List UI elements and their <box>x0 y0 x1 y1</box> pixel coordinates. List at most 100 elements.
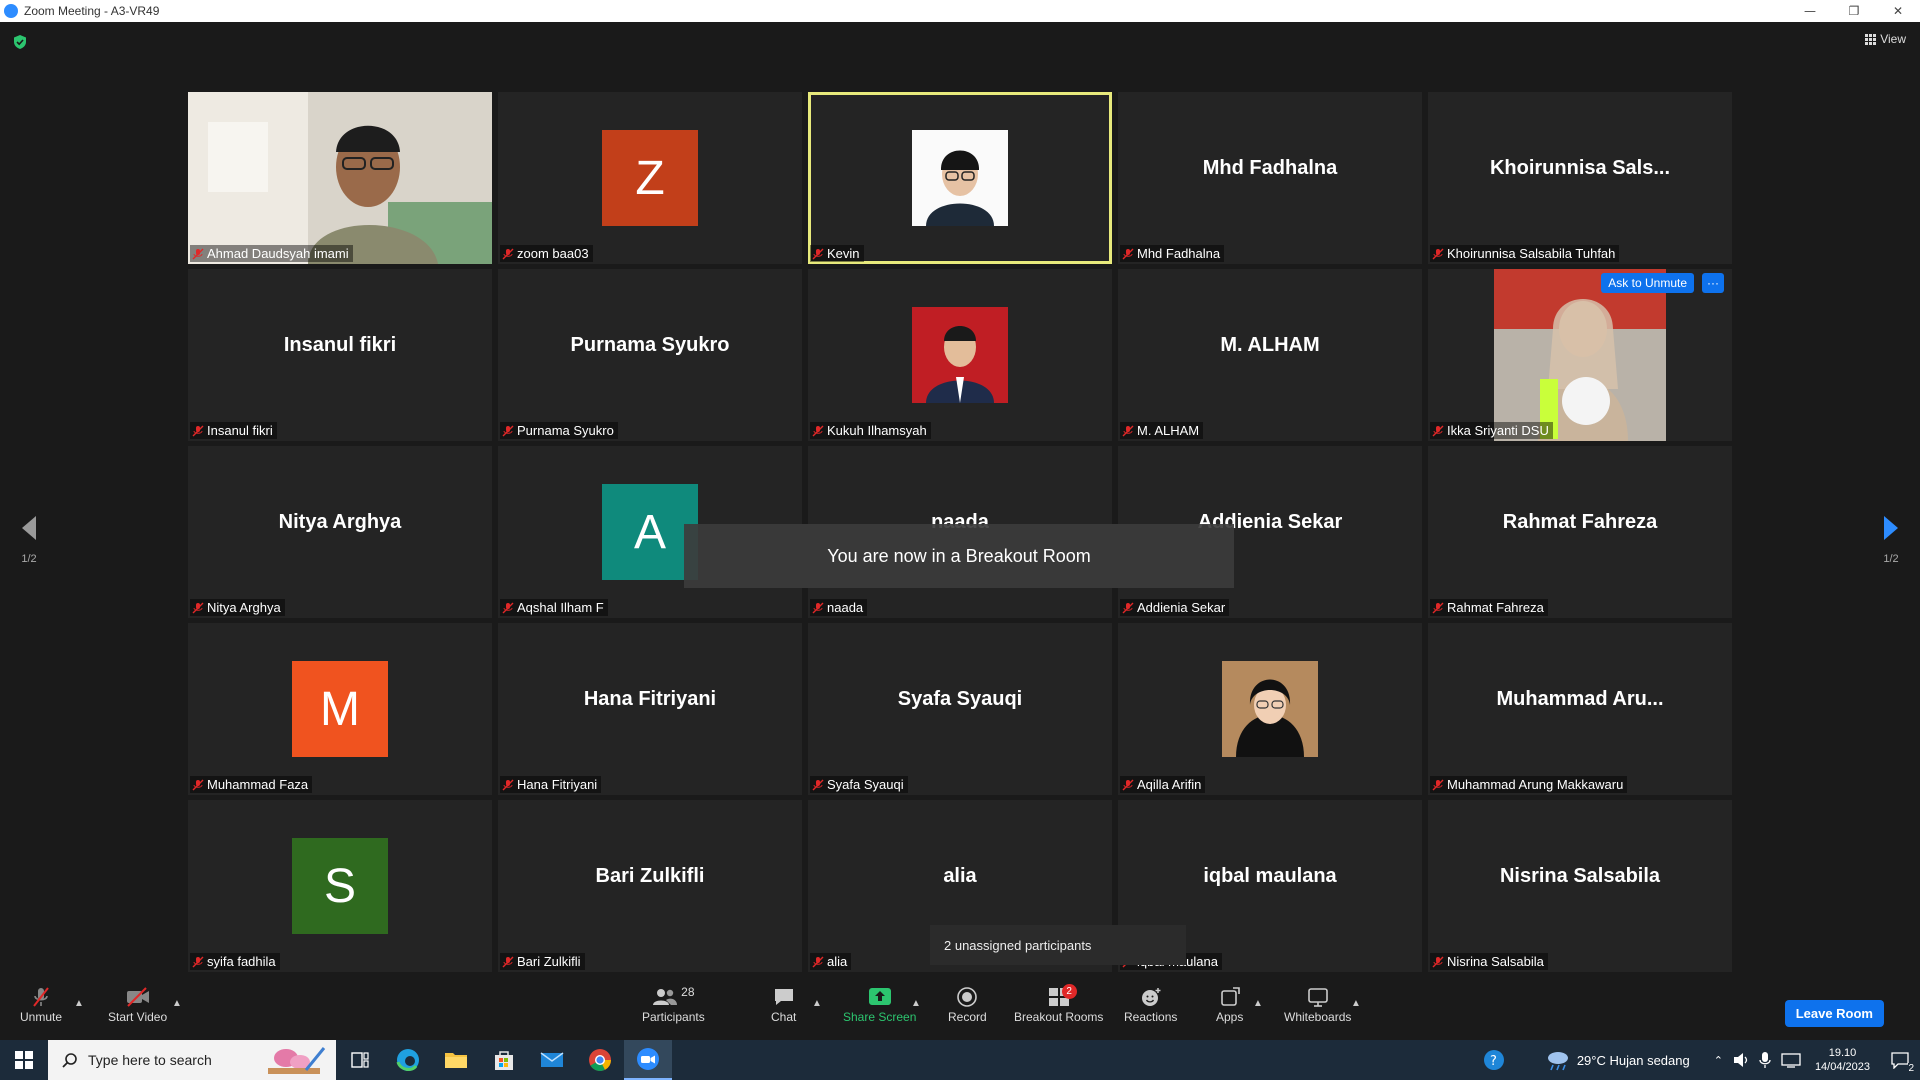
record-button[interactable]: Record <box>948 984 987 1024</box>
breakout-rooms-button[interactable]: 2 Breakout Rooms <box>1014 984 1103 1024</box>
meeting-stage: View 1/2 1/2 Ahmad Daudsyah imami Zzoom b… <box>0 22 1920 980</box>
participant-name: zoom baa03 <box>517 246 589 261</box>
apps-label: Apps <box>1216 1010 1244 1024</box>
restore-button[interactable]: ❐ <box>1832 0 1876 22</box>
participant-name-label: Khoirunnisa Salsabila Tuhfah <box>1430 245 1620 262</box>
taskbar-clock[interactable]: 19.10 14/04/2023 <box>1805 1046 1880 1074</box>
close-button[interactable]: ✕ <box>1876 0 1920 22</box>
ask-to-unmute-button[interactable]: Ask to Unmute <box>1601 273 1694 293</box>
share-options-caret-icon[interactable]: ▲ <box>911 998 921 1009</box>
audio-options-caret-icon[interactable]: ▲ <box>74 998 84 1009</box>
next-page-button[interactable]: 1/2 <box>1876 514 1906 565</box>
participant-name-label: Syafa Syauqi <box>810 776 908 793</box>
participant-display-name: Rahmat Fahreza <box>1502 510 1658 533</box>
participant-profile-photo <box>1222 661 1318 757</box>
chat-button[interactable]: Chat <box>771 984 796 1024</box>
view-label: View <box>1880 32 1906 46</box>
participant-tile[interactable]: Muhammad Aru... Muhammad Arung Makkawaru <box>1428 623 1732 795</box>
leave-room-button[interactable]: Leave Room <box>1784 1000 1884 1027</box>
participants-button[interactable]: 28 Participants <box>642 984 705 1024</box>
participant-display-name: Hana Fitriyani <box>583 687 717 710</box>
previous-page-button[interactable]: 1/2 <box>14 514 44 565</box>
participant-tile[interactable]: Nitya Arghya Nitya Arghya <box>188 446 492 618</box>
breakout-rooms-label: Breakout Rooms <box>1014 1010 1104 1024</box>
task-view-button[interactable] <box>336 1040 384 1080</box>
store-bag-icon <box>495 1051 513 1070</box>
apps-button[interactable]: Apps <box>1216 984 1243 1024</box>
participant-avatar: Z <box>602 130 698 226</box>
zoom-taskbar-button[interactable] <box>624 1040 672 1080</box>
share-screen-button[interactable]: Share Screen <box>843 984 916 1024</box>
apps-options-caret-icon[interactable]: ▲ <box>1253 998 1263 1009</box>
participant-tile[interactable]: Ask to Unmute ··· Ikka Sriyanti DSU <box>1428 269 1732 441</box>
participant-avatar: M <box>292 661 388 757</box>
participant-name-label: naada <box>810 599 868 616</box>
participant-tile[interactable]: Aqilla Arifin <box>1118 623 1422 795</box>
participant-name-label: Muhammad Faza <box>190 776 313 793</box>
security-shield-icon[interactable] <box>12 34 28 50</box>
chat-options-caret-icon[interactable]: ▲ <box>812 998 822 1009</box>
participant-tile[interactable]: Kukuh Ilhamsyah <box>808 269 1112 441</box>
participant-tile[interactable]: M. ALHAM M. ALHAM <box>1118 269 1422 441</box>
taskbar-search-box[interactable]: Type here to search <box>48 1040 336 1080</box>
participant-tile[interactable]: Ssyifa fadhila <box>188 800 492 972</box>
participant-display-name: M. ALHAM <box>1220 333 1320 356</box>
participant-tile[interactable]: Nisrina Salsabila Nisrina Salsabila <box>1428 800 1732 972</box>
participant-name: M. ALHAM <box>1137 423 1200 438</box>
microphone-muted-icon <box>812 956 824 967</box>
network-icon[interactable] <box>1781 1052 1801 1068</box>
participant-tile[interactable]: Khoirunnisa Sals... Khoirunnisa Salsabila… <box>1428 92 1732 264</box>
minimize-button[interactable]: — <box>1788 0 1832 22</box>
unassigned-participants-popup[interactable]: 2 unassigned participants <box>930 925 1186 965</box>
breakout-badge: 2 <box>1061 984 1077 999</box>
edge-browser-button[interactable] <box>384 1040 432 1080</box>
participant-tile[interactable]: Syafa Syauqi Syafa Syauqi <box>808 623 1112 795</box>
speaker-icon[interactable] <box>1733 1052 1751 1068</box>
participant-tile[interactable]: Mhd Fadhalna Mhd Fadhalna <box>1118 92 1422 264</box>
reactions-button[interactable]: Reactions <box>1124 984 1177 1024</box>
file-explorer-button[interactable] <box>432 1040 480 1080</box>
participants-icon <box>653 989 678 1005</box>
view-button[interactable]: View <box>1865 32 1906 46</box>
participant-name-label: Aqshal Ilham F <box>500 599 608 616</box>
chevron-up-icon[interactable]: ⌃ <box>1714 1054 1723 1067</box>
participant-name: Khoirunnisa Salsabila Tuhfah <box>1447 246 1616 261</box>
participant-tile[interactable]: Bari Zulkifli Bari Zulkifli <box>498 800 802 972</box>
microphone-tray-icon[interactable] <box>1759 1051 1771 1069</box>
chrome-button[interactable] <box>576 1040 624 1080</box>
chevron-left-icon <box>22 516 36 540</box>
participant-tile[interactable]: Rahmat Fahreza Rahmat Fahreza <box>1428 446 1732 618</box>
start-button[interactable] <box>0 1040 48 1080</box>
microphone-muted-icon <box>502 248 514 259</box>
participant-tile[interactable]: Zzoom baa03 <box>498 92 802 264</box>
participant-tile[interactable]: Hana Fitriyani Hana Fitriyani <box>498 623 802 795</box>
microphone-muted-icon <box>33 987 49 1007</box>
participant-name: Syafa Syauqi <box>827 777 904 792</box>
help-icon[interactable]: ? <box>1483 1049 1505 1071</box>
weather-text[interactable]: 29°C Hujan sedang <box>1577 1053 1690 1068</box>
smiley-reaction-icon <box>1141 988 1161 1006</box>
microphone-muted-icon <box>812 602 824 613</box>
participant-name-label: Aqilla Arifin <box>1120 776 1206 793</box>
microsoft-store-button[interactable] <box>480 1040 528 1080</box>
microphone-muted-icon <box>192 779 204 790</box>
whiteboards-options-caret-icon[interactable]: ▲ <box>1351 998 1361 1009</box>
participant-tile[interactable]: Kevin <box>808 92 1112 264</box>
notifications-button[interactable]: 2 <box>1880 1040 1920 1080</box>
participant-tile[interactable]: M Muhammad Faza <box>188 623 492 795</box>
microphone-muted-icon <box>192 248 204 259</box>
participant-name-label: Insanul fikri <box>190 422 277 439</box>
participant-name: Kevin <box>827 246 860 261</box>
start-video-button[interactable]: Start Video <box>108 984 167 1024</box>
video-options-caret-icon[interactable]: ▲ <box>172 998 182 1009</box>
whiteboards-button[interactable]: Whiteboards <box>1284 984 1351 1024</box>
unmute-button[interactable]: Unmute <box>20 984 62 1024</box>
mail-button[interactable] <box>528 1040 576 1080</box>
participant-tile[interactable]: Purnama Syukro Purnama Syukro <box>498 269 802 441</box>
record-label: Record <box>948 1010 987 1024</box>
svg-text:?: ? <box>1490 1054 1497 1069</box>
more-options-button[interactable]: ··· <box>1702 273 1724 293</box>
participant-tile[interactable]: Insanul fikri Insanul fikri <box>188 269 492 441</box>
participant-tile[interactable]: Ahmad Daudsyah imami <box>188 92 492 264</box>
task-view-icon <box>351 1052 369 1068</box>
